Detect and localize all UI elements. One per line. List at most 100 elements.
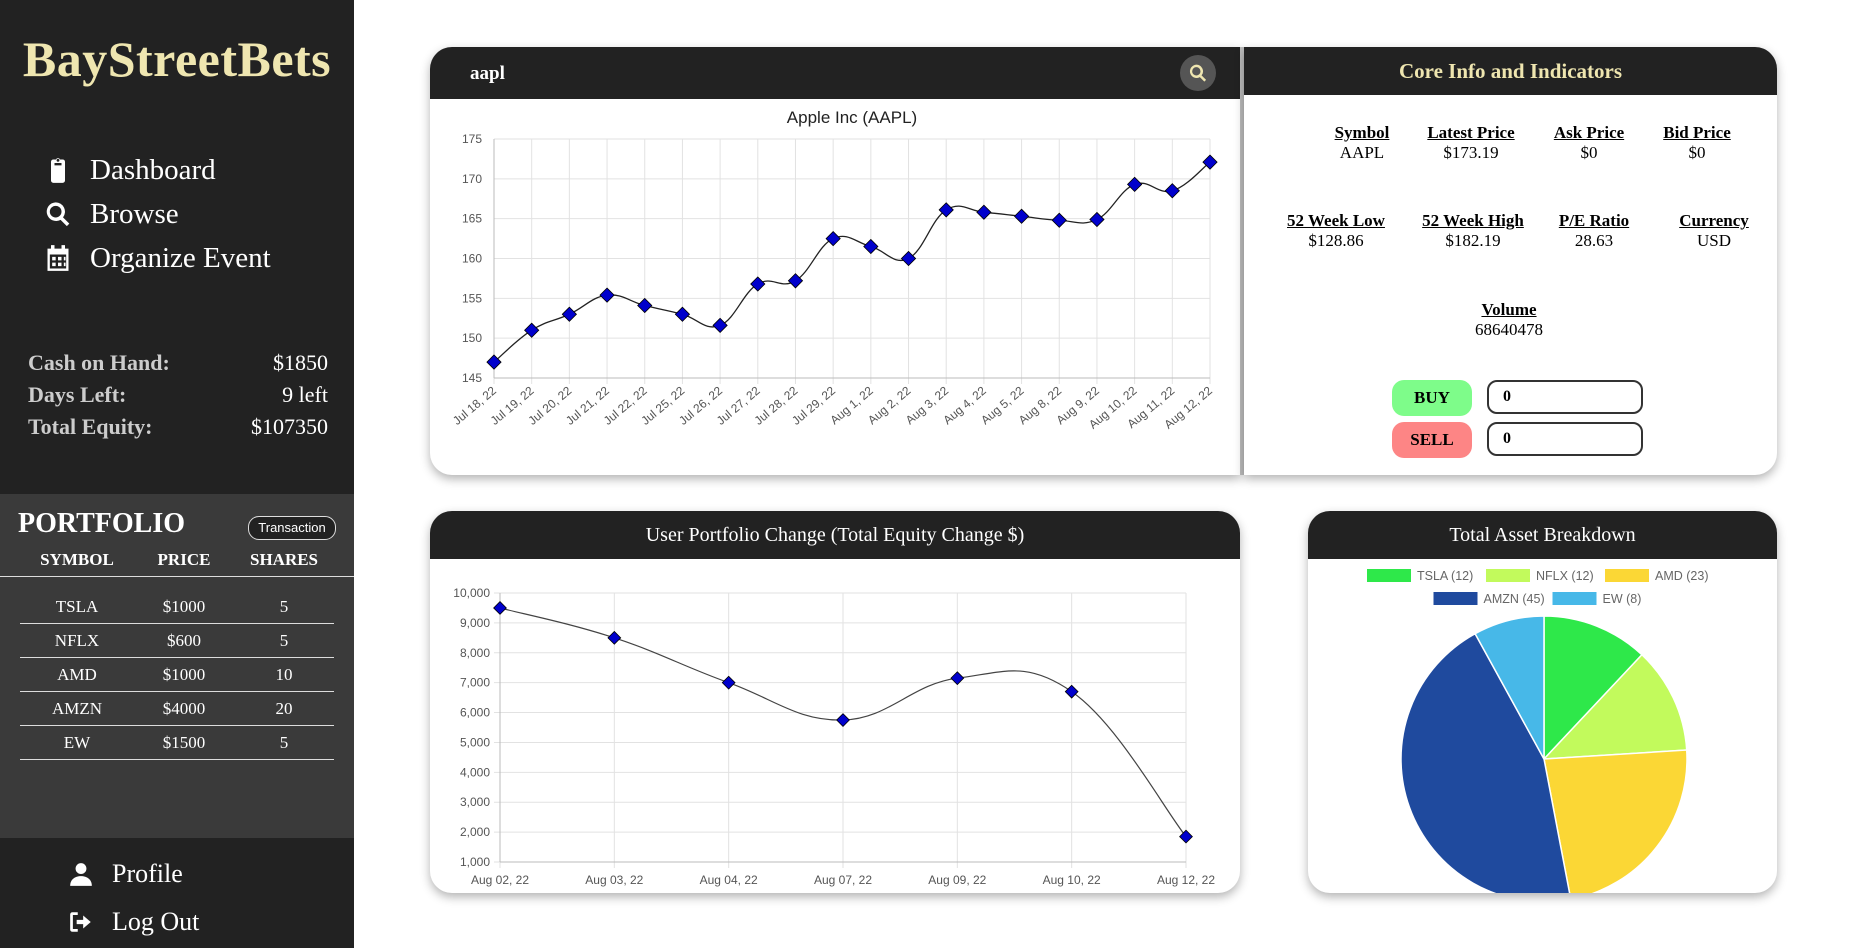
user-icon xyxy=(70,863,92,886)
info-currency: Currency USD xyxy=(1664,211,1764,251)
data-point xyxy=(524,322,540,338)
core-info-title: Core Info and Indicators xyxy=(1244,47,1777,95)
data-point xyxy=(750,276,766,292)
table-row[interactable]: EW $1500 5 xyxy=(20,726,334,760)
pe-label: P/E Ratio xyxy=(1558,211,1630,230)
row-symbol: AMD xyxy=(57,665,97,684)
search-bar xyxy=(430,47,1240,99)
pe-value: 28.63 xyxy=(1574,231,1614,250)
nav-item-dashboard[interactable]: Dashboard xyxy=(44,148,271,192)
data-point xyxy=(976,204,992,220)
info-pe-ratio: P/E Ratio 28.63 xyxy=(1549,211,1639,251)
legend-label: AMZN (45) xyxy=(1484,592,1545,606)
search-icon xyxy=(1189,64,1207,82)
clipboard-icon xyxy=(51,158,65,183)
equity-value: $107350 xyxy=(251,414,328,439)
asset-breakdown-title: Total Asset Breakdown xyxy=(1308,511,1777,559)
nav-item-profile[interactable]: Profile xyxy=(68,850,199,898)
legend-swatch xyxy=(1605,569,1649,582)
row-shares: 20 xyxy=(275,699,293,718)
x-tick-label: Aug 12, 22 xyxy=(1157,873,1215,887)
header-price: PRICE xyxy=(157,550,211,569)
high52-value: $182.19 xyxy=(1445,231,1501,250)
legend-swatch xyxy=(1433,592,1478,605)
y-tick-label: 155 xyxy=(462,291,482,305)
buy-quantity-input[interactable] xyxy=(1487,380,1643,414)
nav-label-dashboard: Dashboard xyxy=(90,153,216,186)
buy-button[interactable]: BUY xyxy=(1392,380,1472,416)
y-tick-label: 10,000 xyxy=(453,586,490,600)
legend-swatch xyxy=(1367,569,1411,582)
row-price: $4000 xyxy=(162,699,206,718)
table-row[interactable]: AMZN $4000 20 xyxy=(20,692,334,726)
days-row: Days Left: 9 left xyxy=(28,382,328,414)
equity-row: Total Equity: $107350 xyxy=(28,414,328,446)
data-point xyxy=(863,238,879,255)
data-point xyxy=(900,250,917,267)
row-shares: 5 xyxy=(279,733,289,752)
info-symbol: Symbol AAPL xyxy=(1312,123,1412,163)
data-point xyxy=(1013,208,1030,224)
sell-quantity-input[interactable] xyxy=(1487,422,1643,456)
data-point xyxy=(607,630,622,645)
y-tick-label: 5,000 xyxy=(460,735,490,749)
table-row[interactable]: NFLX $600 5 xyxy=(20,624,334,658)
row-price: $600 xyxy=(167,631,201,650)
cash-row: Cash on Hand: $1850 xyxy=(28,350,328,382)
logout-icon xyxy=(70,912,91,932)
data-point xyxy=(1051,212,1067,228)
brand-logo[interactable]: BayStreetBets xyxy=(0,30,354,88)
nav-item-browse[interactable]: Browse xyxy=(44,192,271,236)
currency-value: USD xyxy=(1696,231,1731,250)
header-shares: SHARES xyxy=(249,550,319,569)
info-52-week-low: 52 Week Low $128.86 xyxy=(1276,211,1396,251)
transaction-button[interactable]: Transaction xyxy=(248,516,336,540)
x-tick-label: Aug 07, 22 xyxy=(814,873,872,887)
portfolio-header: SYMBOL PRICE SHARES xyxy=(0,548,354,577)
nav-item-organize-event[interactable]: Organize Event xyxy=(44,236,271,280)
y-tick-label: 7,000 xyxy=(460,676,490,690)
x-tick-label: Aug 04, 22 xyxy=(700,873,758,887)
info-bid-price: Bid Price $0 xyxy=(1642,123,1752,163)
data-point xyxy=(712,317,728,334)
y-tick-label: 9,000 xyxy=(460,616,490,630)
cash-value: $1850 xyxy=(273,350,328,375)
data-point xyxy=(637,297,653,314)
y-tick-label: 160 xyxy=(462,252,482,266)
account-nav: Profile Log Out xyxy=(68,850,199,946)
data-point xyxy=(599,287,615,303)
data-point xyxy=(1164,183,1180,199)
stock-chart-card: Apple Inc (AAPL)175170165160155150145Jul… xyxy=(430,47,1240,475)
legend-label: NFLX (12) xyxy=(1536,569,1594,583)
x-tick-label: Aug 09, 22 xyxy=(928,873,986,887)
data-point xyxy=(1064,684,1079,699)
row-symbol: EW xyxy=(63,733,91,752)
portfolio-change-chart: 10,000 9,000 8,000 7,000 6,000 5,000 4,000 3,00… xyxy=(453,586,1215,887)
core-info-card: Core Info and Indicators Symbol AAPL Lat… xyxy=(1244,47,1777,475)
y-tick-label: 3,000 xyxy=(460,795,490,809)
row-price: $1500 xyxy=(162,733,206,752)
high52-label: 52 Week High xyxy=(1422,211,1524,230)
y-tick-label: 175 xyxy=(462,132,482,146)
sell-button[interactable]: SELL xyxy=(1392,422,1472,458)
symbol-value: AAPL xyxy=(1339,143,1385,162)
row-price: $1000 xyxy=(162,665,206,684)
nav-item-logout[interactable]: Log Out xyxy=(68,898,199,946)
y-tick-label: 145 xyxy=(462,371,482,385)
legend-swatch xyxy=(1552,592,1597,605)
row-symbol: NFLX xyxy=(54,631,100,650)
portfolio-change-card: User Portfolio Change (Total Equity Chan… xyxy=(430,511,1240,893)
y-tick-label: 1,000 xyxy=(460,855,490,869)
row-price: $1000 xyxy=(162,597,206,616)
table-row[interactable]: TSLA $1000 5 xyxy=(20,590,334,624)
search-input[interactable] xyxy=(468,57,1172,91)
latest-price-value: $173.19 xyxy=(1443,143,1499,162)
row-shares: 5 xyxy=(279,631,289,650)
stock-price-chart: Apple Inc (AAPL)175170165160155150145Jul… xyxy=(450,108,1218,432)
data-point xyxy=(836,713,850,727)
days-value: 9 left xyxy=(282,382,328,407)
search-button[interactable] xyxy=(1180,55,1216,91)
table-row[interactable]: AMD $1000 10 xyxy=(20,658,334,692)
legend-label: TSLA (12) xyxy=(1417,569,1473,583)
legend-label: EW (8) xyxy=(1603,592,1642,606)
